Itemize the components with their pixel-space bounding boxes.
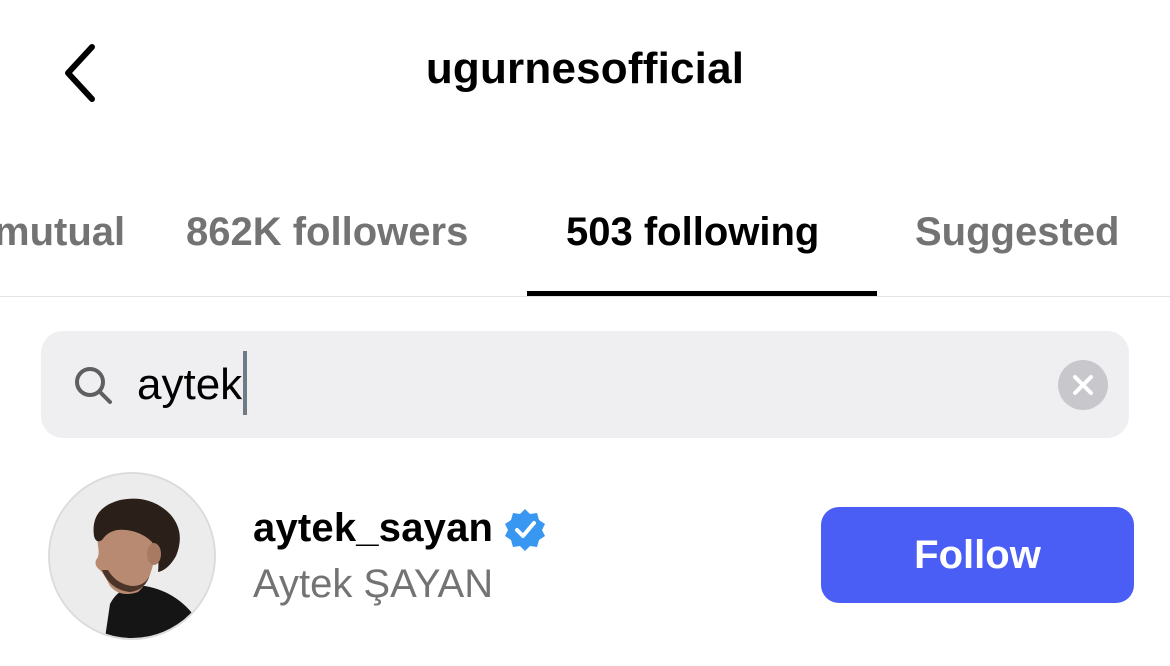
username[interactable]: aytek_sayan (253, 506, 493, 551)
list-item[interactable]: aytek_sayan Aytek ŞAYAN Follow (0, 470, 1170, 650)
tab-suggested[interactable]: Suggested (915, 210, 1119, 254)
verified-badge-icon (505, 508, 546, 551)
following-screen: ugurnesofficial mutual 862K followers 50… (0, 0, 1170, 666)
tab-followers[interactable]: 862K followers (186, 210, 468, 254)
tabs-divider (0, 296, 1170, 297)
search-input-value: aytek (137, 360, 243, 409)
page-title: ugurnesofficial (425, 44, 745, 93)
clear-search-button[interactable] (1058, 360, 1108, 410)
full-name: Aytek ŞAYAN (253, 562, 494, 606)
text-caret (243, 351, 248, 416)
follow-button[interactable]: Follow (821, 507, 1134, 603)
tab-mutual[interactable]: mutual (0, 210, 125, 254)
search-icon (75, 367, 112, 404)
search-bar[interactable]: aytek (41, 331, 1129, 438)
avatar-photo (50, 474, 214, 638)
tab-following[interactable]: 503 following (566, 210, 819, 254)
avatar[interactable] (48, 472, 216, 640)
username-line: aytek_sayan (253, 506, 547, 551)
search-input[interactable]: aytek (137, 351, 248, 416)
clear-icon (1073, 375, 1093, 395)
tab-bar: mutual 862K followers 503 following Sugg… (0, 200, 1170, 298)
